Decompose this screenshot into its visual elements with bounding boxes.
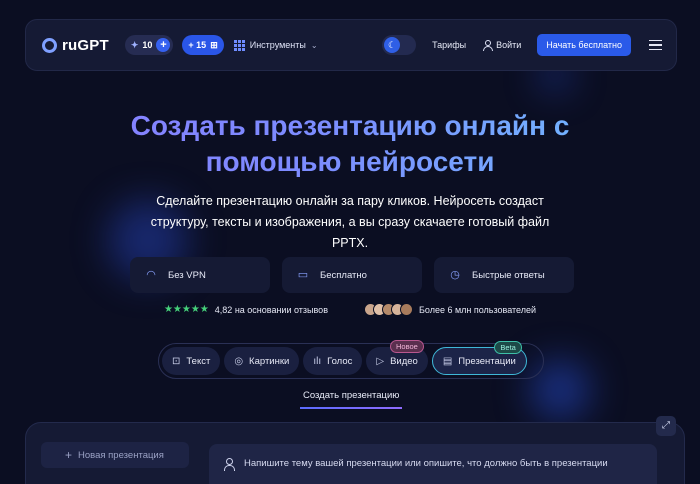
tab-video[interactable]: ▷ Видео Новое	[366, 340, 428, 375]
prompt-input[interactable]: Напишите тему вашей презентации или опиш…	[209, 444, 657, 484]
start-free-button[interactable]: Начать бесплатно	[537, 34, 631, 56]
tab-label: Презентации	[458, 355, 516, 367]
tab-images[interactable]: ◎ Картинки	[224, 347, 300, 375]
slides-icon: ▤	[442, 355, 453, 367]
feature-no-vpn: ◠ Без VPN	[130, 257, 270, 293]
login-label: Войти	[496, 40, 522, 50]
title-line-1: Создать презентацию онлайн с	[130, 110, 570, 141]
wallet-icon: ▭	[297, 269, 309, 281]
feature-label: Быстрые ответы	[472, 269, 545, 281]
new-badge: Новое	[390, 340, 424, 353]
tab-label: Картинки	[249, 355, 290, 367]
users-count: Более 6 млн пользователей	[363, 303, 537, 316]
social-proof: ★★★★★ 4,82 на основании отзывов Более 6 …	[0, 303, 700, 316]
tab-presentations[interactable]: ▤ Презентации Beta	[431, 341, 527, 375]
timer-icon: ◷	[450, 269, 460, 281]
tab-text[interactable]: ⊡ Текст	[162, 347, 221, 375]
sparkle-icon: ✦	[130, 39, 139, 50]
feature-label: Бесплатно	[320, 269, 367, 281]
play-icon: ▷	[376, 355, 385, 367]
login-link[interactable]: Войти	[482, 40, 522, 51]
feature-list: ◠ Без VPN ▭ Бесплатно ◷ Быстрые ответы	[130, 257, 574, 293]
chevron-down-icon: ⌄	[310, 40, 318, 50]
credits-pill[interactable]: ✦ 10 +	[124, 35, 174, 55]
grid-icon	[233, 39, 245, 51]
tab-label: Текст	[186, 355, 211, 367]
wifi-icon: ◠	[146, 269, 156, 281]
active-underline	[300, 407, 402, 409]
new-presentation-button[interactable]: + Новая презентация	[41, 442, 189, 468]
beta-badge: Beta	[494, 341, 522, 354]
pricing-link[interactable]: Тарифы	[432, 40, 466, 50]
waveform-icon: ılı	[313, 355, 322, 367]
prompt-text: Напишите тему вашей презентации или опиш…	[244, 458, 608, 469]
tab-label: Голос	[327, 355, 353, 367]
tools-menu[interactable]: Инструменты ⌄	[233, 39, 318, 51]
user-icon	[223, 458, 235, 471]
rating: ★★★★★ 4,82 на основании отзывов	[164, 303, 328, 316]
mode-tabs: ⊡ Текст ◎ Картинки ılı Голос ▷ Видео Нов…	[158, 340, 544, 379]
text-icon: ⊡	[172, 355, 181, 367]
bonus-count: + 15	[188, 40, 207, 50]
add-credits-icon[interactable]: +	[156, 38, 171, 52]
image-icon: ◎	[234, 355, 244, 367]
create-presentation-tab[interactable]: Создать презентацию	[303, 390, 399, 401]
logo[interactable]: ruGPT	[42, 37, 109, 54]
feature-label: Без VPN	[168, 269, 206, 281]
title-line-2: помощью нейросети	[205, 146, 495, 177]
feature-fast: ◷ Быстрые ответы	[434, 257, 574, 293]
bonus-pill[interactable]: + 15 ⊞	[182, 35, 224, 55]
users-text: Более 6 млн пользователей	[418, 304, 537, 315]
tab-label: Видео	[390, 355, 418, 367]
top-navbar: ruGPT ✦ 10 + + 15 ⊞ Инструменты ⌄ ☾ Тари…	[25, 19, 677, 71]
hero-subtitle: Сделайте презентацию онлайн за пару клик…	[150, 194, 550, 250]
menu-icon[interactable]	[649, 39, 662, 51]
star-rating-icon: ★★★★★	[163, 304, 209, 315]
moon-icon: ☾	[384, 37, 401, 53]
rating-text: 4,82 на основании отзывов	[214, 304, 328, 315]
gift-icon: ⊞	[210, 39, 218, 50]
page-title: Создать презентацию онлайн с помощью ней…	[0, 108, 700, 180]
tools-label: Инструменты	[249, 40, 306, 50]
logo-text: ruGPT	[62, 36, 109, 54]
theme-toggle[interactable]: ☾	[382, 35, 417, 55]
expand-icon[interactable]: ⤢	[656, 416, 676, 436]
tab-voice[interactable]: ılı Голос	[303, 347, 363, 375]
logo-ring-icon	[42, 37, 57, 53]
user-icon	[482, 40, 494, 51]
avatar-group	[363, 303, 413, 316]
new-presentation-label: Новая презентация	[78, 449, 164, 461]
credits-count: 10	[142, 40, 153, 50]
plus-icon: +	[65, 448, 73, 462]
avatar	[399, 303, 413, 316]
feature-free: ▭ Бесплатно	[282, 257, 422, 293]
